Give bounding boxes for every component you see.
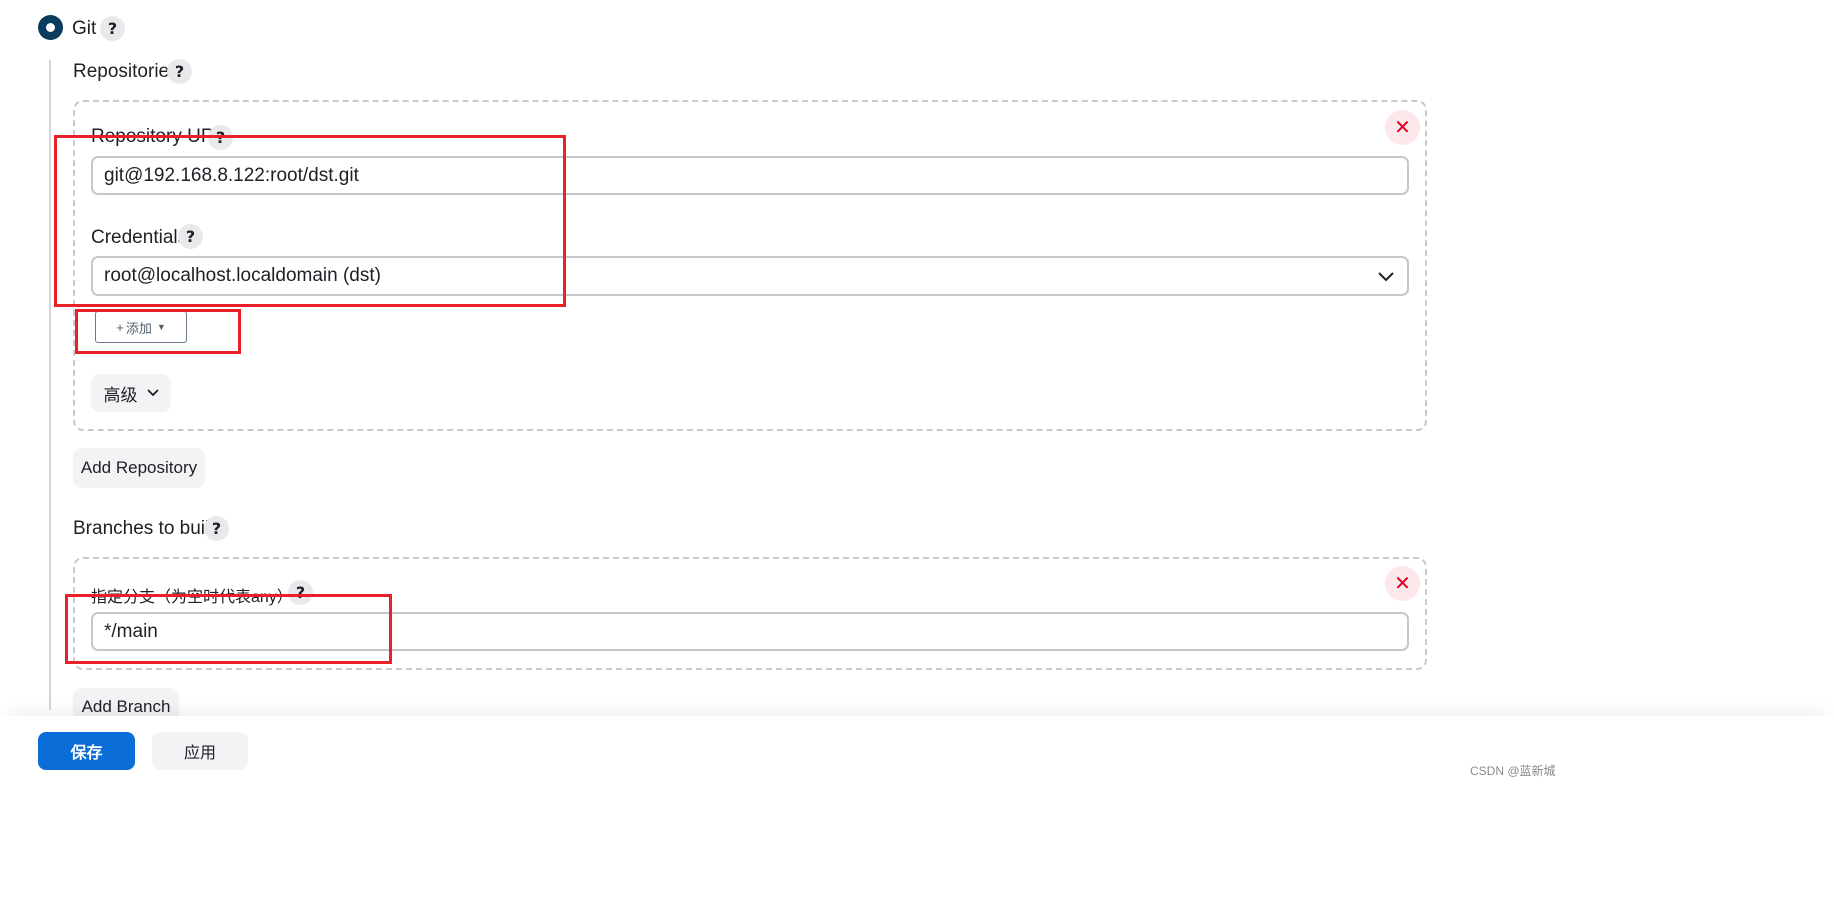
advanced-label: 高级 [103, 385, 138, 405]
git-label: Git [72, 18, 97, 39]
chevron-down-icon [146, 389, 159, 397]
advanced-button[interactable]: 高级 [91, 374, 171, 412]
save-button[interactable]: 保存 [38, 732, 135, 770]
add-repository-label: Add Repository [80, 458, 198, 477]
annotation-box-repository [54, 135, 566, 307]
add-repository-button[interactable]: Add Repository [73, 448, 205, 488]
add-branch-label: Add Branch [81, 697, 171, 716]
annotation-box-branch [65, 594, 392, 664]
delete-branch-button[interactable]: ✕ [1385, 566, 1420, 601]
help-icon[interactable]: ? [100, 16, 125, 41]
save-label: 保存 [70, 745, 103, 762]
git-radio[interactable] [38, 15, 63, 40]
watermark: CSDN @蓝新城 [1470, 764, 1556, 778]
radio-selected-icon [46, 23, 55, 32]
chevron-down-icon [1378, 272, 1394, 282]
delete-repository-button[interactable]: ✕ [1385, 110, 1420, 145]
footer-bar: 保存 应用 CSDN @蓝新城 [0, 716, 1834, 917]
repositories-title: Repositories [73, 61, 179, 82]
close-icon: ✕ [1394, 573, 1411, 595]
help-icon[interactable]: ? [204, 516, 229, 541]
branches-title: Branches to build [73, 518, 220, 539]
section-guide-line [49, 60, 51, 710]
apply-button[interactable]: 应用 [152, 732, 248, 770]
help-icon[interactable]: ? [167, 59, 192, 84]
annotation-box-add [75, 309, 241, 354]
apply-label: 应用 [183, 745, 216, 762]
close-icon: ✕ [1394, 117, 1411, 139]
